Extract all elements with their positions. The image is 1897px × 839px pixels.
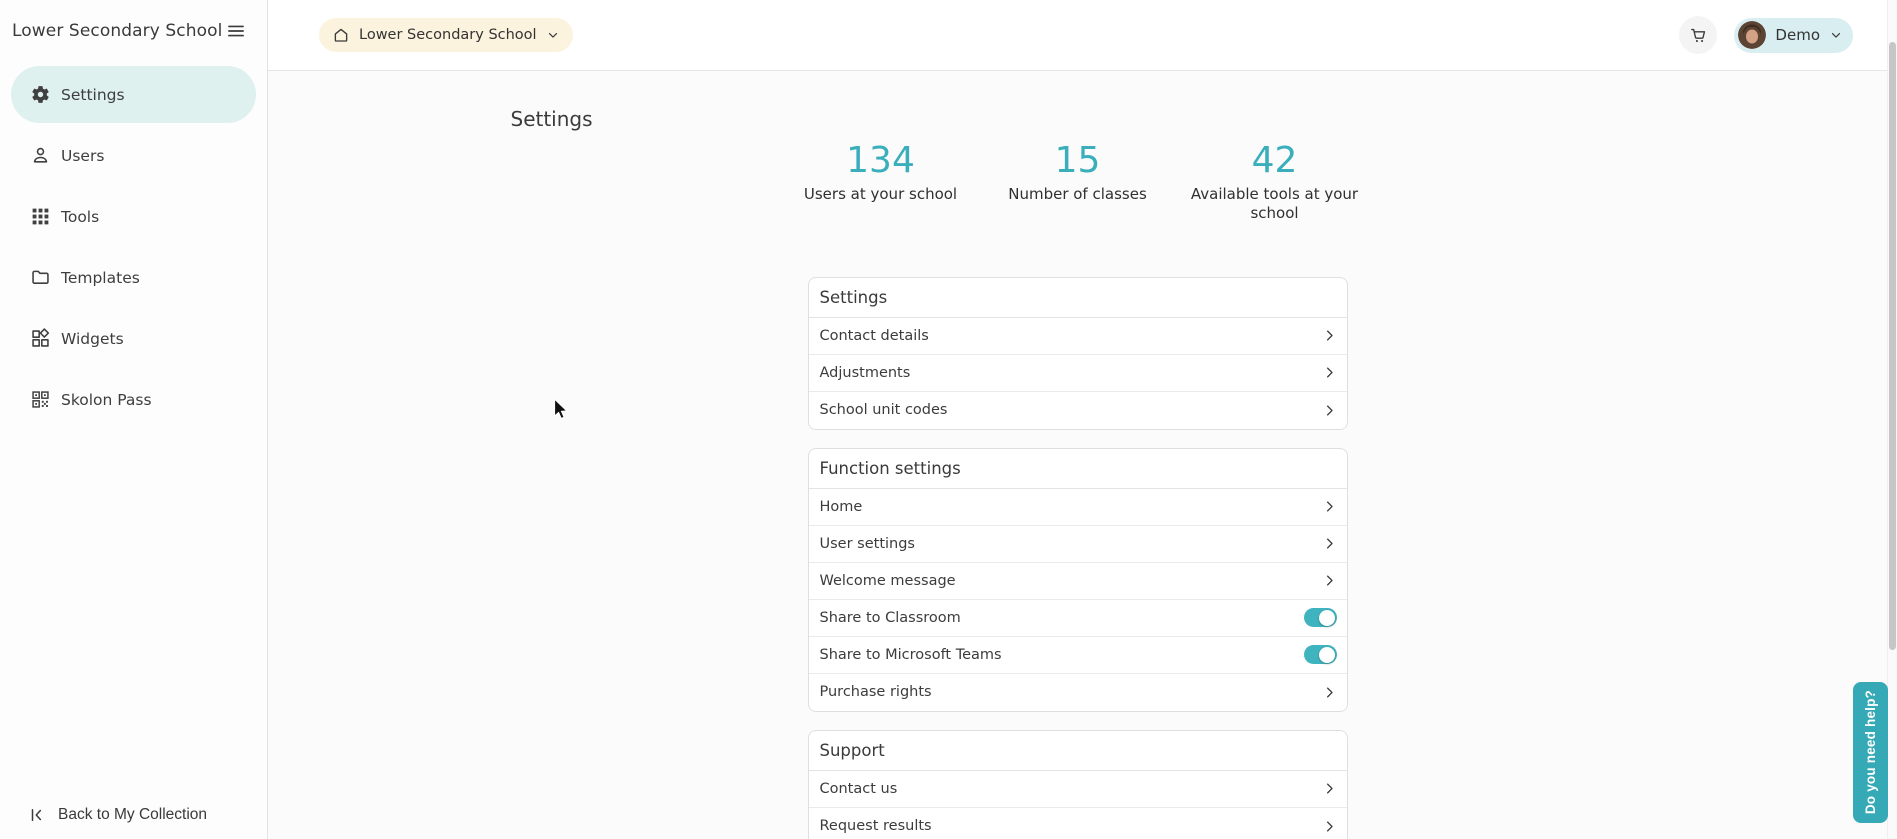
sidebar-item-label: Users — [61, 147, 104, 165]
school-stats: 134 Users at your school 15 Number of cl… — [511, 139, 1645, 223]
row-share-to-classroom: Share to Classroom — [809, 600, 1347, 637]
sidebar-item-label: Settings — [61, 86, 125, 104]
card-title: Settings — [809, 278, 1347, 318]
home-icon — [332, 26, 350, 44]
stat-users: 134 Users at your school — [782, 139, 979, 223]
row-request-results[interactable]: Request results — [809, 808, 1347, 839]
user-name: Demo — [1775, 26, 1820, 44]
sidebar-item-skolon-pass[interactable]: Skolon Pass — [11, 371, 256, 428]
stat-label: Number of classes — [979, 185, 1176, 204]
chevron-right-icon — [1322, 365, 1337, 380]
back-to-my-collection-button[interactable]: Back to My Collection — [28, 806, 207, 824]
stat-tools: 42 Available tools at your school — [1176, 139, 1373, 223]
row-contact-us[interactable]: Contact us — [809, 771, 1347, 808]
row-welcome-message[interactable]: Welcome message — [809, 563, 1347, 600]
row-share-to-microsoft-teams: Share to Microsoft Teams — [809, 637, 1347, 674]
sidebar-item-label: Widgets — [61, 330, 124, 348]
stat-label: Users at your school — [782, 185, 979, 204]
row-label: Welcome message — [820, 573, 956, 589]
row-label: School unit codes — [820, 402, 948, 418]
avatar — [1738, 21, 1766, 49]
card-title: Support — [809, 731, 1347, 771]
chevron-right-icon — [1322, 403, 1337, 418]
chevron-down-icon — [1829, 28, 1843, 42]
row-user-settings[interactable]: User settings — [809, 526, 1347, 563]
row-label: Adjustments — [820, 365, 911, 381]
row-purchase-rights[interactable]: Purchase rights — [809, 674, 1347, 711]
stat-classes: 15 Number of classes — [979, 139, 1176, 223]
cart-icon — [1689, 26, 1708, 45]
toggle-knob — [1319, 647, 1335, 663]
chevron-down-icon — [546, 28, 560, 42]
back-to-my-collection-label: Back to My Collection — [58, 806, 207, 824]
sidebar-item-settings[interactable]: Settings — [11, 66, 256, 123]
stat-value: 15 — [979, 139, 1176, 182]
person-icon — [29, 145, 51, 167]
cart-button[interactable] — [1679, 16, 1717, 54]
help-tab-button[interactable]: Do you need help? — [1853, 682, 1888, 823]
row-label: User settings — [820, 536, 915, 552]
stat-value: 42 — [1176, 139, 1373, 182]
row-label: Request results — [820, 818, 932, 834]
row-adjustments[interactable]: Adjustments — [809, 355, 1347, 392]
user-menu-dropdown[interactable]: Demo — [1734, 18, 1853, 53]
folder-icon — [29, 267, 51, 289]
share-to-classroom-toggle[interactable] — [1304, 608, 1337, 627]
sidebar-school-title: Lower Secondary School — [12, 21, 222, 41]
sidebar-item-label: Templates — [61, 269, 140, 287]
school-selector-label: Lower Secondary School — [359, 27, 537, 43]
toggle-knob — [1319, 610, 1335, 626]
widgets-icon — [29, 328, 51, 350]
chevron-right-icon — [1322, 536, 1337, 551]
chevron-right-icon — [1322, 499, 1337, 514]
sidebar-item-widgets[interactable]: Widgets — [11, 310, 256, 367]
sidebar-header: Lower Secondary School — [0, 0, 267, 62]
settings-card: Settings Contact details Adjustments Sch… — [808, 277, 1348, 430]
function-settings-card: Function settings Home User settings Wel… — [808, 448, 1348, 712]
main-content: Settings 134 Users at your school 15 Num… — [268, 71, 1887, 839]
topbar: Lower Secondary School Demo — [268, 0, 1897, 71]
share-to-microsoft-teams-toggle[interactable] — [1304, 645, 1337, 664]
row-school-unit-codes[interactable]: School unit codes — [809, 392, 1347, 429]
sidebar-item-label: Tools — [61, 208, 99, 226]
sidebar-item-users[interactable]: Users — [11, 127, 256, 184]
support-card: Support Contact us Request results — [808, 730, 1348, 839]
sidebar-nav: Settings Users Tools Templates Widgets — [0, 62, 267, 432]
gear-icon — [29, 84, 51, 106]
card-title: Function settings — [809, 449, 1347, 489]
menu-toggle-button[interactable] — [222, 17, 250, 45]
row-label: Share to Microsoft Teams — [820, 647, 1002, 663]
row-label: Contact details — [820, 328, 929, 344]
scrollbar-thumb[interactable] — [1889, 42, 1896, 650]
chevron-right-icon — [1322, 781, 1337, 796]
sidebar-item-tools[interactable]: Tools — [11, 188, 256, 245]
school-selector-dropdown[interactable]: Lower Secondary School — [319, 18, 573, 52]
qr-code-icon — [29, 389, 51, 411]
stat-value: 134 — [782, 139, 979, 182]
scrollbar[interactable] — [1887, 0, 1897, 839]
sidebar-footer: Back to My Collection — [0, 806, 267, 839]
chevron-right-icon — [1322, 328, 1337, 343]
row-label: Contact us — [820, 781, 898, 797]
back-icon — [28, 806, 46, 824]
chevron-right-icon — [1322, 573, 1337, 588]
help-tab-label: Do you need help? — [1863, 690, 1878, 814]
hamburger-icon — [226, 21, 246, 41]
sidebar: Lower Secondary School Settings Users To… — [0, 0, 268, 839]
sidebar-item-label: Skolon Pass — [61, 391, 152, 409]
sidebar-item-templates[interactable]: Templates — [11, 249, 256, 306]
row-label: Purchase rights — [820, 684, 932, 700]
row-label: Share to Classroom — [820, 610, 961, 626]
row-label: Home — [820, 499, 863, 515]
page-title: Settings — [511, 107, 1645, 131]
apps-grid-icon — [29, 206, 51, 228]
chevron-right-icon — [1322, 819, 1337, 834]
chevron-right-icon — [1322, 685, 1337, 700]
row-contact-details[interactable]: Contact details — [809, 318, 1347, 355]
row-home[interactable]: Home — [809, 489, 1347, 526]
stat-label: Available tools at your school — [1176, 185, 1373, 223]
topbar-right: Demo — [1679, 16, 1853, 54]
